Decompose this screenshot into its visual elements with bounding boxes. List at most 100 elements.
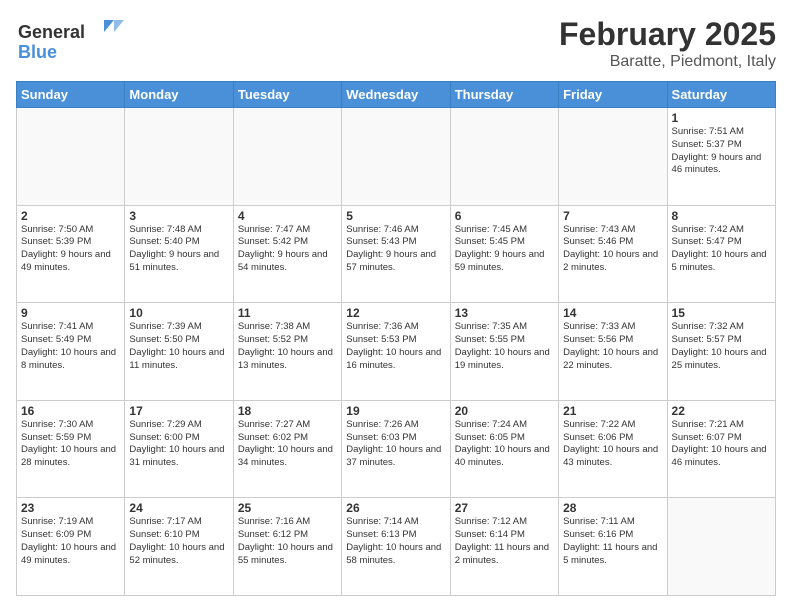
day-number: 19 [346,404,445,418]
calendar-cell: 23Sunrise: 7:19 AM Sunset: 6:09 PM Dayli… [17,498,125,596]
calendar-cell: 22Sunrise: 7:21 AM Sunset: 6:07 PM Dayli… [667,400,775,498]
day-info: Sunrise: 7:26 AM Sunset: 6:03 PM Dayligh… [346,419,445,470]
day-info: Sunrise: 7:22 AM Sunset: 6:06 PM Dayligh… [563,419,662,470]
day-number: 28 [563,501,662,515]
day-info: Sunrise: 7:17 AM Sunset: 6:10 PM Dayligh… [129,516,228,567]
day-info: Sunrise: 7:16 AM Sunset: 6:12 PM Dayligh… [238,516,337,567]
day-number: 16 [21,404,120,418]
day-number: 9 [21,306,120,320]
day-number: 6 [455,209,554,223]
calendar-cell [233,108,341,206]
day-info: Sunrise: 7:38 AM Sunset: 5:52 PM Dayligh… [238,321,337,372]
day-info: Sunrise: 7:27 AM Sunset: 6:02 PM Dayligh… [238,419,337,470]
day-info: Sunrise: 7:30 AM Sunset: 5:59 PM Dayligh… [21,419,120,470]
day-info: Sunrise: 7:32 AM Sunset: 5:57 PM Dayligh… [672,321,771,372]
calendar-cell: 9Sunrise: 7:41 AM Sunset: 5:49 PM Daylig… [17,303,125,401]
svg-text:Blue: Blue [18,42,57,62]
calendar-cell: 10Sunrise: 7:39 AM Sunset: 5:50 PM Dayli… [125,303,233,401]
header-day-thursday: Thursday [450,82,558,108]
day-info: Sunrise: 7:35 AM Sunset: 5:55 PM Dayligh… [455,321,554,372]
calendar-cell: 28Sunrise: 7:11 AM Sunset: 6:16 PM Dayli… [559,498,667,596]
day-number: 27 [455,501,554,515]
calendar-cell [17,108,125,206]
calendar-cell [342,108,450,206]
calendar-cell: 24Sunrise: 7:17 AM Sunset: 6:10 PM Dayli… [125,498,233,596]
calendar-cell: 17Sunrise: 7:29 AM Sunset: 6:00 PM Dayli… [125,400,233,498]
logo-svg: General Blue [16,16,126,64]
day-info: Sunrise: 7:48 AM Sunset: 5:40 PM Dayligh… [129,224,228,275]
day-info: Sunrise: 7:12 AM Sunset: 6:14 PM Dayligh… [455,516,554,567]
calendar-cell: 8Sunrise: 7:42 AM Sunset: 5:47 PM Daylig… [667,205,775,303]
day-info: Sunrise: 7:11 AM Sunset: 6:16 PM Dayligh… [563,516,662,567]
page: General Blue February 2025 Baratte, Pied… [0,0,792,612]
day-info: Sunrise: 7:41 AM Sunset: 5:49 PM Dayligh… [21,321,120,372]
day-number: 23 [21,501,120,515]
calendar-table: SundayMondayTuesdayWednesdayThursdayFrid… [16,81,776,596]
calendar-subtitle: Baratte, Piedmont, Italy [559,53,776,71]
calendar-cell: 15Sunrise: 7:32 AM Sunset: 5:57 PM Dayli… [667,303,775,401]
day-number: 10 [129,306,228,320]
day-number: 24 [129,501,228,515]
header-day-monday: Monday [125,82,233,108]
day-number: 8 [672,209,771,223]
calendar-cell: 4Sunrise: 7:47 AM Sunset: 5:42 PM Daylig… [233,205,341,303]
day-info: Sunrise: 7:42 AM Sunset: 5:47 PM Dayligh… [672,224,771,275]
day-number: 3 [129,209,228,223]
calendar-cell: 1Sunrise: 7:51 AM Sunset: 5:37 PM Daylig… [667,108,775,206]
day-info: Sunrise: 7:14 AM Sunset: 6:13 PM Dayligh… [346,516,445,567]
calendar-cell: 6Sunrise: 7:45 AM Sunset: 5:45 PM Daylig… [450,205,558,303]
calendar-cell [125,108,233,206]
title-block: February 2025 Baratte, Piedmont, Italy [559,16,776,71]
day-info: Sunrise: 7:36 AM Sunset: 5:53 PM Dayligh… [346,321,445,372]
day-info: Sunrise: 7:45 AM Sunset: 5:45 PM Dayligh… [455,224,554,275]
header: General Blue February 2025 Baratte, Pied… [16,16,776,71]
calendar-cell: 26Sunrise: 7:14 AM Sunset: 6:13 PM Dayli… [342,498,450,596]
day-number: 2 [21,209,120,223]
calendar-cell [559,108,667,206]
week-row-4: 23Sunrise: 7:19 AM Sunset: 6:09 PM Dayli… [17,498,776,596]
day-number: 7 [563,209,662,223]
day-info: Sunrise: 7:43 AM Sunset: 5:46 PM Dayligh… [563,224,662,275]
day-number: 12 [346,306,445,320]
calendar-cell: 13Sunrise: 7:35 AM Sunset: 5:55 PM Dayli… [450,303,558,401]
header-day-sunday: Sunday [17,82,125,108]
day-number: 22 [672,404,771,418]
logo: General Blue [16,16,126,69]
header-day-friday: Friday [559,82,667,108]
calendar-cell: 11Sunrise: 7:38 AM Sunset: 5:52 PM Dayli… [233,303,341,401]
calendar-cell: 16Sunrise: 7:30 AM Sunset: 5:59 PM Dayli… [17,400,125,498]
day-info: Sunrise: 7:29 AM Sunset: 6:00 PM Dayligh… [129,419,228,470]
day-number: 17 [129,404,228,418]
calendar-cell: 2Sunrise: 7:50 AM Sunset: 5:39 PM Daylig… [17,205,125,303]
day-number: 13 [455,306,554,320]
day-number: 4 [238,209,337,223]
day-info: Sunrise: 7:24 AM Sunset: 6:05 PM Dayligh… [455,419,554,470]
calendar-cell [450,108,558,206]
week-row-1: 2Sunrise: 7:50 AM Sunset: 5:39 PM Daylig… [17,205,776,303]
calendar-cell: 5Sunrise: 7:46 AM Sunset: 5:43 PM Daylig… [342,205,450,303]
calendar-cell: 14Sunrise: 7:33 AM Sunset: 5:56 PM Dayli… [559,303,667,401]
calendar-cell [667,498,775,596]
day-info: Sunrise: 7:51 AM Sunset: 5:37 PM Dayligh… [672,126,771,177]
calendar-header: SundayMondayTuesdayWednesdayThursdayFrid… [17,82,776,108]
calendar-cell: 18Sunrise: 7:27 AM Sunset: 6:02 PM Dayli… [233,400,341,498]
day-info: Sunrise: 7:50 AM Sunset: 5:39 PM Dayligh… [21,224,120,275]
day-info: Sunrise: 7:19 AM Sunset: 6:09 PM Dayligh… [21,516,120,567]
day-info: Sunrise: 7:21 AM Sunset: 6:07 PM Dayligh… [672,419,771,470]
calendar-cell: 3Sunrise: 7:48 AM Sunset: 5:40 PM Daylig… [125,205,233,303]
week-row-0: 1Sunrise: 7:51 AM Sunset: 5:37 PM Daylig… [17,108,776,206]
calendar-cell: 7Sunrise: 7:43 AM Sunset: 5:46 PM Daylig… [559,205,667,303]
header-row: SundayMondayTuesdayWednesdayThursdayFrid… [17,82,776,108]
week-row-2: 9Sunrise: 7:41 AM Sunset: 5:49 PM Daylig… [17,303,776,401]
day-number: 18 [238,404,337,418]
calendar-cell: 27Sunrise: 7:12 AM Sunset: 6:14 PM Dayli… [450,498,558,596]
header-day-wednesday: Wednesday [342,82,450,108]
calendar-cell: 25Sunrise: 7:16 AM Sunset: 6:12 PM Dayli… [233,498,341,596]
calendar-title: February 2025 [559,16,776,53]
svg-text:General: General [18,22,85,42]
day-info: Sunrise: 7:33 AM Sunset: 5:56 PM Dayligh… [563,321,662,372]
calendar-body: 1Sunrise: 7:51 AM Sunset: 5:37 PM Daylig… [17,108,776,596]
day-number: 15 [672,306,771,320]
header-day-tuesday: Tuesday [233,82,341,108]
day-number: 5 [346,209,445,223]
